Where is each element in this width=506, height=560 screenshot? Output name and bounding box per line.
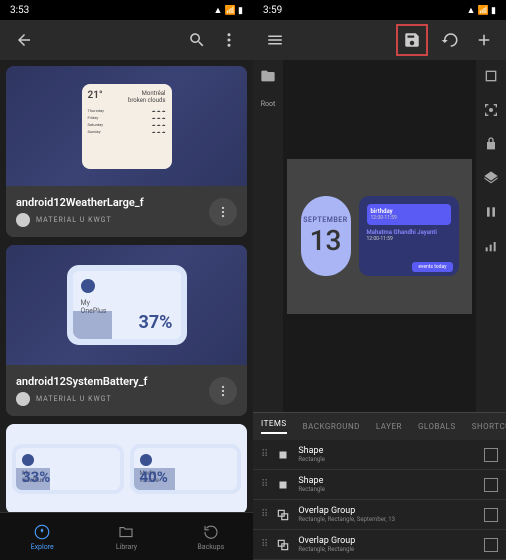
shape-icon [276, 448, 290, 462]
tab-globals[interactable]: GLOBALS [418, 422, 456, 431]
tab-layer[interactable]: LAYER [376, 422, 402, 431]
root-label: Root [261, 100, 276, 108]
dual-box: My OnePlus 33% [12, 444, 124, 494]
right-phone: 3:59 ▲ 📶 ▮ Root SEPTEMBER 13 birthday [253, 0, 506, 560]
group-icon [276, 508, 290, 522]
media-icon [140, 454, 152, 466]
event-card: birthday 12:00-11:59 Mahatma Ghandhi Jay… [359, 196, 459, 276]
nav-library[interactable]: Library [84, 513, 168, 560]
status-bar: 3:59 ▲ 📶 ▮ [253, 0, 506, 20]
bottom-nav: Explore Library Backups [0, 512, 253, 560]
lock-icon[interactable] [483, 136, 499, 156]
shape-icon [276, 478, 290, 492]
status-bar: 3:53 ▲ 📶 ▮ [0, 0, 253, 20]
editor-toolbar [253, 20, 506, 60]
layer-row[interactable]: ⠿ Overlap GroupRectangle, Rectangle, Sep… [253, 500, 506, 530]
layer-row[interactable]: ⠿ ShapeRectangle [253, 470, 506, 500]
drag-handle-icon[interactable]: ⠿ [261, 539, 268, 550]
layer-row[interactable]: ⠿ Overlap GroupRectangle, Rectangle [253, 530, 506, 560]
focus-icon[interactable] [483, 102, 499, 122]
layer-list: ⠿ ShapeRectangle ⠿ ShapeRectangle ⠿ Over… [253, 440, 506, 560]
stats-icon[interactable] [483, 238, 499, 258]
card-footer: android12WeatherLarge_f MATERIAL U KWGT [6, 186, 247, 237]
layer-row[interactable]: ⠿ ShapeRectangle [253, 440, 506, 470]
battery-bar [73, 311, 113, 339]
folder-icon[interactable] [260, 68, 276, 88]
editor-body: Root SEPTEMBER 13 birthday 12:00-11:59 M… [253, 60, 506, 412]
history-icon[interactable] [438, 28, 462, 52]
status-time: 3:59 [263, 5, 282, 16]
month-label: SEPTEMBER [303, 216, 347, 224]
widget-card-battery[interactable]: My OnePlus 37% android12SystemBattery_f … [6, 245, 247, 416]
card-title: android12WeatherLarge_f [16, 196, 209, 209]
date-pill: SEPTEMBER 13 [301, 196, 351, 276]
author-name: MATERIAL U KWGT [36, 395, 112, 403]
canvas-area[interactable]: SEPTEMBER 13 birthday 12:00-11:59 Mahatm… [283, 60, 476, 412]
tab-items[interactable]: ITEMS [261, 419, 287, 434]
status-icons: ▲ 📶 ▮ [466, 5, 496, 16]
tab-shortcuts[interactable]: SHORTCU [472, 422, 506, 431]
avatar [16, 392, 30, 406]
square-icon[interactable] [483, 68, 499, 88]
overflow-icon[interactable] [217, 28, 241, 52]
left-rail: Root [253, 60, 283, 412]
nav-explore[interactable]: Explore [0, 513, 84, 560]
dual-box: Media volume 40% [130, 444, 242, 494]
device-icon [81, 279, 95, 293]
drag-handle-icon[interactable]: ⠿ [261, 479, 268, 490]
back-icon[interactable] [12, 28, 36, 52]
search-icon[interactable] [185, 28, 209, 52]
event-item: Mahatma Ghandhi Jayanti 12:00-11:59 [367, 229, 451, 242]
editor-tabs: ITEMS BACKGROUND LAYER GLOBALS SHORTCU [253, 412, 506, 440]
avatar [16, 213, 30, 227]
nav-backups[interactable]: Backups [169, 513, 253, 560]
card-title: android12SystemBattery_f [16, 375, 209, 388]
top-bar [0, 20, 253, 60]
layer-checkbox[interactable] [484, 448, 498, 462]
save-button-highlight [396, 24, 428, 56]
status-time: 3:53 [10, 5, 29, 16]
status-icons: ▲ 📶 ▮ [213, 5, 243, 16]
layer-checkbox[interactable] [484, 538, 498, 552]
menu-icon[interactable] [263, 28, 287, 52]
layer-checkbox[interactable] [484, 478, 498, 492]
group-icon [276, 538, 290, 552]
save-icon[interactable] [400, 28, 424, 52]
tab-background[interactable]: BACKGROUND [303, 422, 360, 431]
day-label: 13 [310, 224, 342, 257]
device-icon [22, 454, 34, 466]
widget-card-weather[interactable]: 21°Montréalbroken clouds Thursday☁ ☁ ☁ F… [6, 66, 247, 237]
widget-preview: My OnePlus 37% [6, 245, 247, 365]
layers-icon[interactable] [483, 170, 499, 190]
widget-card-dual[interactable]: My OnePlus 33% Media volume 40% [6, 424, 247, 512]
add-icon[interactable] [472, 28, 496, 52]
drag-handle-icon[interactable]: ⠿ [261, 509, 268, 520]
card-overflow-button[interactable] [209, 377, 237, 405]
layer-checkbox[interactable] [484, 508, 498, 522]
events-today-badge: events today [412, 262, 452, 272]
card-footer: android12SystemBattery_f MATERIAL U KWGT [6, 365, 247, 416]
pause-icon[interactable] [483, 204, 499, 224]
widget-list[interactable]: 21°Montréalbroken clouds Thursday☁ ☁ ☁ F… [0, 60, 253, 512]
event-item: birthday 12:00-11:59 [367, 204, 451, 225]
left-phone: 3:53 ▲ 📶 ▮ 21°Montréalbroken clouds Thur… [0, 0, 253, 560]
weather-widget: 21°Montréalbroken clouds Thursday☁ ☁ ☁ F… [82, 84, 172, 169]
widget-preview: 21°Montréalbroken clouds Thursday☁ ☁ ☁ F… [6, 66, 247, 186]
widget-canvas[interactable]: SEPTEMBER 13 birthday 12:00-11:59 Mahatm… [287, 159, 472, 314]
battery-widget: My OnePlus 37% [67, 265, 187, 345]
battery-pct: 37% [139, 312, 173, 333]
author-name: MATERIAL U KWGT [36, 216, 112, 224]
card-overflow-button[interactable] [209, 198, 237, 226]
drag-handle-icon[interactable]: ⠿ [261, 449, 268, 460]
right-rail [476, 60, 506, 412]
widget-preview: My OnePlus 33% Media volume 40% [6, 424, 247, 512]
